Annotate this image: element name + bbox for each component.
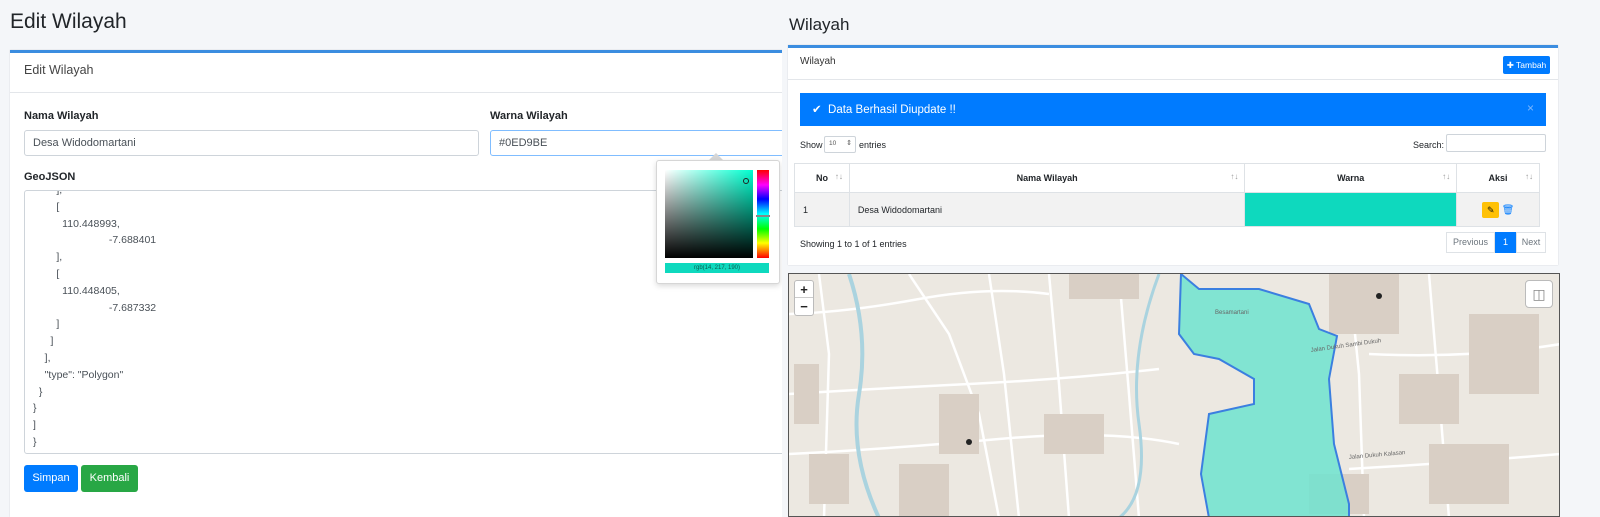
sort-icon: ↑↓ — [1230, 172, 1239, 181]
page-1-button[interactable]: 1 — [1495, 232, 1516, 253]
entries-select[interactable]: 10 ⇕ — [824, 136, 856, 153]
sort-icon: ↑↓ — [1525, 172, 1533, 181]
tambah-button[interactable]: ✚ Tambah — [1503, 56, 1550, 74]
cell-warna-swatch — [1244, 192, 1458, 227]
wilayah-panel: Wilayah Wilayah ✚ Tambah ✔ Data Berhasil… — [782, 0, 1600, 517]
header-warna[interactable]: Warna ↑↓ — [1244, 163, 1458, 193]
header-no[interactable]: No ↑↓ — [794, 163, 850, 193]
show-label: Show — [800, 140, 823, 150]
sort-icon: ↑↓ — [834, 172, 843, 181]
wilayah-table: No ↑↓ Nama Wilayah ↑↓ Warna ↑↓ Aksi ↑↓ 1 Des… — [794, 163, 1540, 227]
plus-icon: ✚ — [1506, 60, 1514, 70]
table-row: 1 Desa Widodomartani ✎ 🗑 — [794, 192, 1540, 227]
hue-slider[interactable] — [757, 170, 769, 258]
search-label: Search: — [1413, 140, 1445, 150]
alert-text: Data Berhasil Diupdate !! — [828, 104, 956, 116]
zoom-out-button[interactable]: − — [795, 298, 813, 315]
map-view[interactable]: Jalan Dukuh Sambi Dukuh Jalan Dukuh Kala… — [788, 273, 1560, 517]
hue-handle[interactable] — [756, 215, 770, 217]
warna-wilayah-label: Warna Wilayah — [490, 110, 568, 122]
next-button[interactable]: Next — [1516, 232, 1546, 253]
cell-nama: Desa Widodomartani — [848, 192, 1246, 227]
road-label: Jalan Dukuh Kalasan — [1349, 450, 1406, 461]
entries-value: 10 — [829, 140, 837, 147]
edit-wilayah-panel: Edit Wilayah Edit Wilayah Nama Wilayah D… — [0, 0, 798, 517]
delete-trash-icon[interactable]: 🗑 — [1502, 205, 1515, 216]
color-picker: rgb(14, 217, 190) — [656, 160, 780, 284]
area-label: Besamartani — [1215, 310, 1249, 316]
previous-button[interactable]: Previous — [1446, 232, 1495, 253]
entries-label: entries — [859, 140, 887, 150]
saturation-field[interactable] — [665, 170, 753, 258]
river — [847, 274, 881, 516]
sort-icon: ↑↓ — [1442, 172, 1451, 181]
nama-wilayah-input[interactable]: Desa Widodomartani — [24, 130, 479, 156]
cell-aksi: ✎ 🗑 — [1456, 192, 1540, 227]
card-title: Edit Wilayah — [10, 53, 798, 93]
check-icon: ✔ — [812, 104, 822, 116]
tambah-label: Tambah — [1516, 60, 1547, 70]
search-input[interactable] — [1446, 134, 1546, 152]
wilayah-polygon — [1177, 274, 1350, 516]
saturation-handle[interactable] — [743, 178, 749, 184]
picker-arrow — [709, 153, 723, 160]
edit-pencil-icon[interactable]: ✎ — [1482, 201, 1500, 218]
table-info: Showing 1 to 1 of 1 entries — [800, 239, 907, 249]
header-aksi[interactable]: Aksi ↑↓ — [1456, 163, 1540, 193]
zoom-control: + − — [794, 280, 814, 316]
card-title: Wilayah — [788, 48, 1558, 80]
kembali-button[interactable]: Kembali — [81, 465, 138, 492]
map-svg: Jalan Dukuh Sambi Dukuh Jalan Dukuh Kala… — [789, 274, 1559, 516]
layers-icon[interactable]: ◫ — [1525, 280, 1553, 308]
zoom-in-button[interactable]: + — [795, 281, 813, 298]
color-preview: rgb(14, 217, 190) — [665, 263, 769, 273]
success-alert: ✔ Data Berhasil Diupdate !! × — [800, 93, 1546, 126]
warna-wilayah-input[interactable]: #0ED9BE — [490, 130, 798, 156]
wilayah-card: Wilayah ✚ Tambah ✔ Data Berhasil Diupdat… — [788, 45, 1558, 265]
page-title: Wilayah — [789, 15, 850, 34]
page-title: Edit Wilayah — [10, 10, 127, 33]
geojson-label: GeoJSON — [24, 171, 76, 183]
nama-wilayah-label: Nama Wilayah — [24, 110, 99, 122]
simpan-button[interactable]: Simpan — [24, 465, 78, 492]
header-nama[interactable]: Nama Wilayah ↑↓ — [848, 163, 1246, 193]
cell-no: 1 — [794, 192, 850, 227]
alert-close-button[interactable]: × — [1527, 101, 1534, 115]
select-arrow-icon: ⇕ — [846, 140, 852, 147]
